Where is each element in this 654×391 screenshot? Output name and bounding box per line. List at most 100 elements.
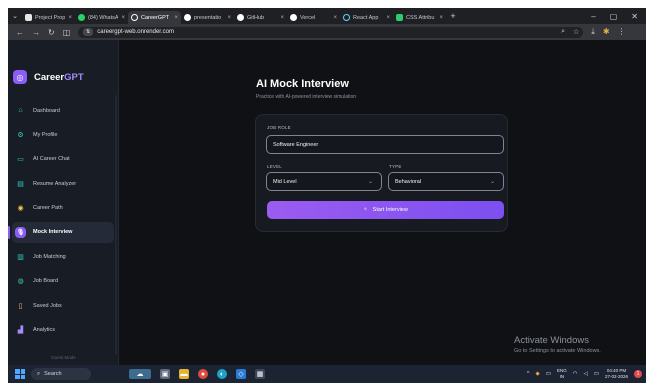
windows-start-icon[interactable] <box>15 369 25 379</box>
sidebar-item-job-matching[interactable]: ▥ Job Matching <box>12 246 114 267</box>
type-select[interactable]: Behavioral ⌄ <box>388 172 504 191</box>
forward-icon[interactable]: → <box>32 28 40 37</box>
tab-careergpt[interactable]: CareerGPT × <box>128 11 181 24</box>
taskbar-search[interactable]: ⌕ Search <box>31 368 91 380</box>
zoom-icon[interactable]: ⌕ <box>561 28 565 36</box>
close-icon[interactable]: × <box>68 15 72 21</box>
start-interview-button[interactable]: ♆ Start Interview <box>267 201 504 219</box>
taskbar: ⌕ Search ☁ ▣ ▬ ● ◐ ◇ ▦ ^ ◆ ▭ ENG IN ◠ ◁ … <box>8 365 646 383</box>
chevron-up-icon[interactable]: ^ <box>527 371 530 377</box>
globe-icon: ◍ <box>17 278 24 286</box>
close-icon[interactable]: × <box>333 15 337 21</box>
language-indicator[interactable]: ENG IN <box>557 368 567 380</box>
maximize-icon[interactable]: ▢ <box>610 12 618 21</box>
split-view-icon[interactable]: ◫ <box>63 28 71 37</box>
sidebar-item-dashboard[interactable]: ⌂ Dashboard <box>12 100 114 121</box>
tab-search-icon[interactable]: ⌄ <box>8 8 22 24</box>
sidebar-item-analytics[interactable]: ▟ Analytics <box>12 320 114 341</box>
sidebar-item-saved-jobs[interactable]: ▯ Saved Jobs <box>12 295 114 316</box>
chrome-icon[interactable]: ● <box>198 369 208 379</box>
building-icon: ▥ <box>17 253 24 261</box>
app-tray-icon[interactable]: ◆ <box>536 371 540 377</box>
sidebar-item-ai-career-chat[interactable]: ▭ AI Career Chat <box>12 149 114 170</box>
sidebar-nav: ⌂ Dashboard ⚙ My Profile ▭ AI Career Cha… <box>8 100 114 344</box>
interview-setup-card: JOB ROLE Software Engineer LEVEL Mid Lev… <box>255 114 508 232</box>
window-controls: – ▢ ✕ <box>591 12 646 21</box>
tab-presentation[interactable]: presentatio × <box>181 11 234 24</box>
tab-react-app[interactable]: React App × <box>340 11 393 24</box>
edge-icon[interactable]: ◐ <box>217 369 227 379</box>
address-bar[interactable]: ⇅ careergpt-web.onrender.com ⌕ ☆ <box>78 26 584 38</box>
extension-icon[interactable]: ✱ <box>603 27 610 37</box>
site-info-icon[interactable]: ⇅ <box>83 28 94 36</box>
careergpt-favicon-icon <box>131 14 138 21</box>
widgets-icon[interactable]: ☁ <box>129 369 151 379</box>
job-role-input[interactable]: Software Engineer <box>266 135 504 154</box>
tab-css-attribute[interactable]: CSS Attribu × <box>393 11 446 24</box>
vercel-icon <box>290 14 297 21</box>
close-icon[interactable]: × <box>121 15 125 21</box>
wifi-icon[interactable]: ◠ <box>573 371 578 377</box>
brand-name: CareerGPT <box>34 71 84 83</box>
tab-favicon-icon <box>396 14 403 21</box>
reload-icon[interactable]: ↻ <box>48 28 55 37</box>
minimize-icon[interactable]: – <box>591 12 595 21</box>
sidebar-scrollbar[interactable] <box>115 95 117 355</box>
chevron-down-icon: ⌄ <box>489 179 495 185</box>
taskbar-apps: ☁ ▣ ▬ ● ◐ ◇ ▦ <box>129 369 265 379</box>
page-title: AI Mock Interview <box>256 78 349 90</box>
file-explorer-icon[interactable]: ▬ <box>179 369 189 379</box>
page-subtitle: Practice with AI-powered interview simul… <box>256 94 357 100</box>
tab-project-prop[interactable]: Project Prop × <box>22 11 75 24</box>
close-icon[interactable]: × <box>227 15 231 21</box>
home-icon: ⌂ <box>18 107 23 114</box>
clock[interactable]: 04:40 PM 27-02-2026 <box>605 368 628 380</box>
close-icon[interactable]: × <box>439 15 443 21</box>
github-icon <box>184 14 191 21</box>
microphone-icon: 🎙 <box>15 226 26 238</box>
search-icon: ⌕ <box>37 370 41 377</box>
sidebar: ◎ CareerGPT ⌂ Dashboard ⚙ My Profile ▭ A… <box>8 40 119 365</box>
tab-favicon-icon <box>25 14 32 21</box>
task-view-icon[interactable]: ▣ <box>160 369 170 379</box>
sidebar-item-career-path[interactable]: ◉ Career Path <box>12 198 114 219</box>
close-icon[interactable]: × <box>174 15 178 21</box>
chat-icon: ▭ <box>17 156 24 164</box>
microphone-icon: ♆ <box>363 207 368 213</box>
github-icon <box>237 14 244 21</box>
bookmark-icon: ▯ <box>18 302 23 310</box>
menu-icon[interactable]: ⋮ <box>618 27 626 37</box>
new-tab-icon[interactable]: + <box>446 11 460 21</box>
logo-icon: ◎ <box>13 70 27 84</box>
bar-chart-icon: ▟ <box>17 327 24 335</box>
document-icon: ▤ <box>17 180 24 188</box>
sidebar-item-job-board[interactable]: ◍ Job Board <box>12 271 114 292</box>
download-icon[interactable]: ⤓ <box>591 27 595 37</box>
tab-vercel[interactable]: Vercel × <box>287 11 340 24</box>
level-label: LEVEL <box>267 164 283 169</box>
close-icon[interactable]: × <box>280 15 284 21</box>
close-window-icon[interactable]: ✕ <box>631 12 638 21</box>
volume-icon[interactable]: ◁ <box>584 371 588 377</box>
tab-github[interactable]: GitHub × <box>234 11 287 24</box>
tab-whatsapp[interactable]: (84) WhatsAp × <box>75 11 128 24</box>
guest-mode-label: Guest Mode <box>51 355 76 360</box>
sidebar-item-resume-analyzer[interactable]: ▤ Resume Analyzer <box>12 173 114 194</box>
vscode-icon[interactable]: ◇ <box>236 369 246 379</box>
close-icon[interactable]: × <box>386 15 390 21</box>
job-role-label: JOB ROLE <box>267 125 291 130</box>
battery-icon[interactable]: ▭ <box>594 371 599 377</box>
url-text: careergpt-web.onrender.com <box>97 29 174 35</box>
brand[interactable]: ◎ CareerGPT <box>13 70 84 84</box>
terminal-icon[interactable]: ▦ <box>255 369 265 379</box>
whatsapp-icon <box>78 14 85 21</box>
sidebar-item-mock-interview[interactable]: 🎙 Mock Interview <box>8 221 114 243</box>
sidebar-item-my-profile[interactable]: ⚙ My Profile <box>12 124 114 145</box>
screen-icon[interactable]: ▭ <box>546 371 551 377</box>
gear-icon: ⚙ <box>17 131 24 139</box>
screen: ⌄ Project Prop × (84) WhatsAp × CareerGP… <box>8 8 646 383</box>
bookmark-star-icon[interactable]: ☆ <box>573 28 579 36</box>
back-icon[interactable]: ← <box>16 28 24 37</box>
level-select[interactable]: Mid Level ⌄ <box>266 172 382 191</box>
notification-badge[interactable]: 1 <box>634 370 642 378</box>
